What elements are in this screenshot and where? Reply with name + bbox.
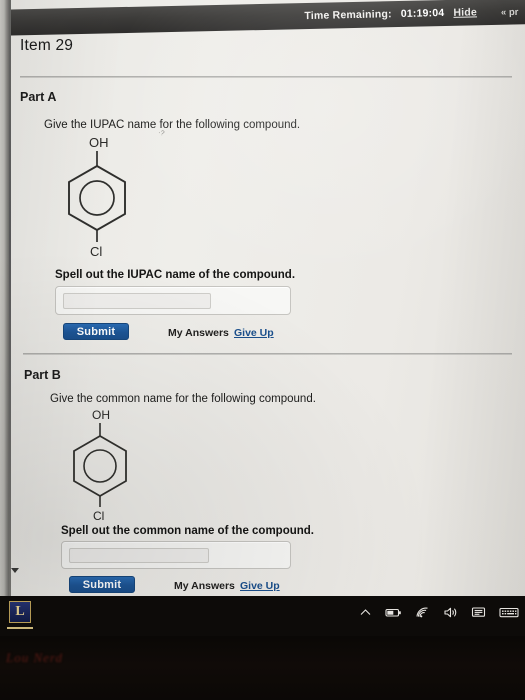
monitor-bezel-left xyxy=(0,0,9,596)
part-b-submit-button[interactable]: Submit xyxy=(69,576,135,593)
screenshot-root: Time Remaining: 01:19:04 Hide « pr Item … xyxy=(0,0,525,700)
taskbar-app-icon[interactable]: L xyxy=(9,601,31,623)
atom-label-cl: Cl xyxy=(90,244,102,258)
taskbar-app-active-indicator xyxy=(7,627,33,629)
hide-timer-link[interactable]: Hide xyxy=(453,6,477,19)
divider-top xyxy=(20,76,512,78)
part-a-submit-button[interactable]: Submit xyxy=(63,323,129,340)
part-b-answer-box[interactable] xyxy=(61,541,291,569)
divider-between-parts xyxy=(23,353,512,355)
part-a-heading: Part A xyxy=(20,90,57,104)
part-b-answer-label: Spell out the common name of the compoun… xyxy=(61,525,315,537)
atom-label-oh: OH xyxy=(92,408,110,422)
part-b-my-answers-link[interactable]: My Answers xyxy=(174,580,235,592)
chemical-structure-part-b: OH Cl xyxy=(65,403,149,521)
part-b-heading: Part B xyxy=(24,368,61,382)
notification-icon[interactable] xyxy=(471,606,486,619)
previous-item-link[interactable]: « pr xyxy=(501,7,523,18)
system-tray xyxy=(359,606,519,619)
scroll-down-arrow-icon[interactable] xyxy=(11,567,20,575)
keyboard-icon[interactable] xyxy=(499,606,519,619)
assignment-page: Item 29 Part A Give the IUPAC name for t… xyxy=(11,30,525,596)
part-a-answer-box[interactable] xyxy=(55,286,291,315)
atom-label-cl: Cl xyxy=(93,509,104,521)
atom-label-oh: OH xyxy=(89,135,109,150)
time-remaining-label: Time Remaining: xyxy=(304,8,392,23)
monitor-bezel-edge xyxy=(9,0,11,596)
part-a-answer-input[interactable] xyxy=(63,293,211,309)
part-a-give-up-link[interactable]: Give Up xyxy=(234,327,274,339)
part-b-give-up-link[interactable]: Give Up xyxy=(240,580,280,592)
timer-group: Time Remaining: 01:19:04 Hide xyxy=(304,6,477,22)
battery-icon[interactable] xyxy=(385,606,402,619)
chevron-up-icon[interactable] xyxy=(359,606,372,619)
chemical-structure-part-a: OH Cl xyxy=(59,130,149,258)
volume-icon[interactable] xyxy=(443,606,458,619)
screen-reflection-text: Lou Nerd xyxy=(6,650,63,665)
windows-taskbar: L xyxy=(0,596,525,636)
desk-surface: Lou Nerd xyxy=(0,636,525,700)
monitor-screen: Time Remaining: 01:19:04 Hide « pr Item … xyxy=(0,0,525,596)
part-a-answer-label: Spell out the IUPAC name of the compound… xyxy=(55,269,296,281)
part-b-answer-input[interactable] xyxy=(69,548,209,563)
time-remaining-value: 01:19:04 xyxy=(400,7,445,20)
page-title: Item 29 xyxy=(20,37,74,54)
dust-speck: ·? xyxy=(157,129,165,138)
wifi-icon[interactable] xyxy=(415,606,430,619)
part-a-my-answers-link[interactable]: My Answers xyxy=(168,327,229,339)
